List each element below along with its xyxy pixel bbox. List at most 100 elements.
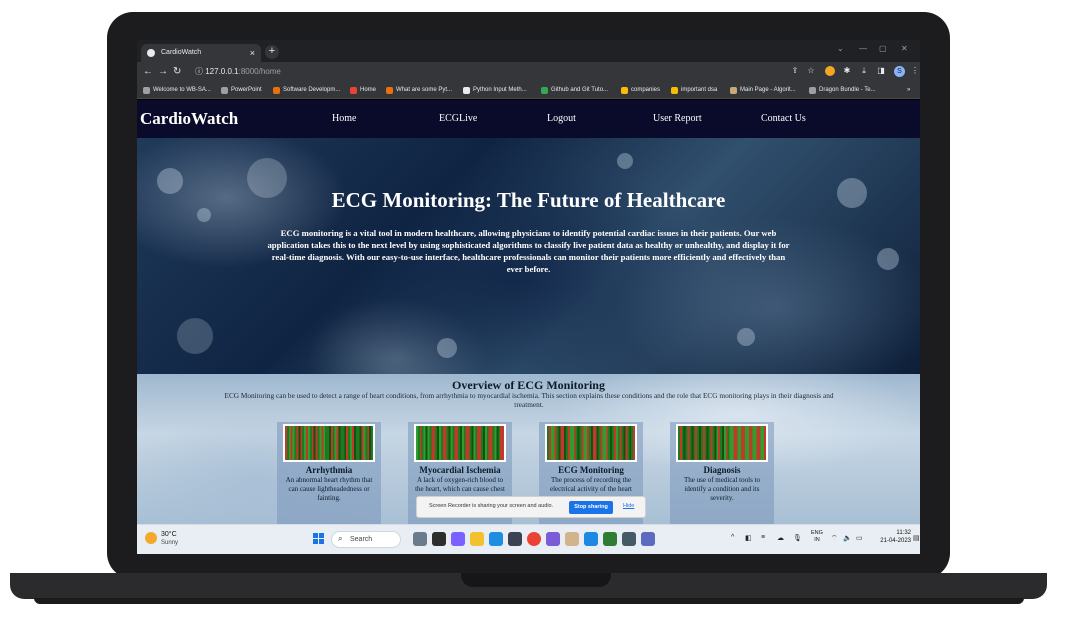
- bookmarks-bar: Welcome to WB-SA... PowerPoint Software …: [137, 82, 920, 99]
- weather-temperature[interactable]: 30°C: [161, 531, 177, 538]
- tray-chevron-icon[interactable]: ^: [731, 534, 734, 541]
- info-icon[interactable]: ⓘ: [195, 67, 205, 76]
- file-explorer-icon[interactable]: [470, 532, 484, 546]
- bookmark-item[interactable]: Github and Git Tuto...: [541, 82, 608, 99]
- tray-app-icon[interactable]: ◧: [745, 534, 752, 542]
- bookmark-item[interactable]: Software Developm...: [273, 82, 340, 99]
- bookmarks-more-icon[interactable]: »: [907, 82, 910, 99]
- profile-avatar[interactable]: S: [894, 66, 905, 77]
- card-title: Arrhythmia: [305, 465, 353, 475]
- browser-toolbar: ← → ↻ ⓘ 127.0.0.1:8000/home ⇪ ☆ ✱ ⤓ ◨ S …: [137, 62, 920, 82]
- stop-sharing-button[interactable]: Stop sharing: [569, 501, 613, 514]
- laptop-notch: [461, 573, 611, 587]
- bookmark-item[interactable]: Home: [350, 82, 376, 99]
- bookmark-item[interactable]: Python Input Meth...: [463, 82, 527, 99]
- volume-icon[interactable]: 🔈: [843, 534, 852, 542]
- webpage: CardioWatch Home ECGLive Logout User Rep…: [137, 100, 920, 524]
- notification-icon[interactable]: ▤: [913, 534, 920, 542]
- url-host: 127.0.0.1: [205, 67, 239, 76]
- card-title: ECG Monitoring: [558, 465, 624, 475]
- hero-bubble: [437, 338, 457, 358]
- overview-description: ECG Monitoring can be used to detect a r…: [224, 391, 834, 409]
- ecg-image: [283, 424, 375, 462]
- bookmark-icon: [463, 87, 470, 94]
- hero-section: ECG Monitoring: The Future of Healthcare…: [137, 138, 920, 374]
- bookmark-icon: [350, 87, 357, 94]
- extension-icon[interactable]: [825, 66, 835, 76]
- bookmark-item[interactable]: Main Page - Algorit...: [730, 82, 796, 99]
- hero-bubble: [737, 328, 755, 346]
- app-icon[interactable]: [641, 532, 655, 546]
- address-bar[interactable]: ⓘ 127.0.0.1:8000/home: [195, 65, 281, 79]
- bookmark-icon: [541, 87, 548, 94]
- card-arrhythmia[interactable]: Arrhythmia An abnormal heart rhythm that…: [277, 422, 381, 524]
- store-icon[interactable]: [508, 532, 522, 546]
- nav-logout[interactable]: Logout: [547, 113, 576, 124]
- forward-icon[interactable]: →: [158, 65, 168, 79]
- tray-app-icon[interactable]: ≡: [761, 534, 765, 541]
- bookmark-star-icon[interactable]: ☆: [806, 66, 816, 76]
- bookmark-item[interactable]: Welcome to WB-SA...: [143, 82, 211, 99]
- new-tab-button[interactable]: +: [265, 45, 279, 59]
- screen: CardioWatch × + ⌄ — ▢ ✕ ← → ↻ ⓘ 127.0.0.…: [137, 40, 920, 554]
- card-diagnosis[interactable]: Diagnosis The use of medical tools to id…: [670, 422, 774, 524]
- widgets-icon[interactable]: [413, 532, 427, 546]
- download-icon[interactable]: ⤓: [859, 66, 869, 76]
- favicon-icon: [147, 49, 155, 57]
- share-icon[interactable]: ⇪: [790, 66, 800, 76]
- tray-mic-icon[interactable]: 🎙: [793, 534, 802, 542]
- nav-ecglive[interactable]: ECGLive: [439, 113, 477, 124]
- card-title: Myocardial Ischemia: [419, 465, 501, 475]
- site-brand[interactable]: CardioWatch: [140, 109, 238, 129]
- app-icon[interactable]: [546, 532, 560, 546]
- language-indicator[interactable]: ENG IN: [811, 530, 823, 544]
- app-icon[interactable]: [622, 532, 636, 546]
- nav-user-report[interactable]: User Report: [653, 113, 702, 124]
- weather-condition[interactable]: Sunny: [161, 540, 178, 546]
- card-description: The process of recording the electrical …: [549, 476, 632, 493]
- menu-icon[interactable]: ⋮: [910, 66, 920, 76]
- hero-title: ECG Monitoring: The Future of Healthcare: [331, 188, 726, 212]
- bookmark-item[interactable]: Dragon Bundle - Te...: [809, 82, 876, 99]
- edge-icon[interactable]: [489, 532, 503, 546]
- browser-tab[interactable]: CardioWatch ×: [141, 44, 261, 62]
- bookmark-icon: [221, 87, 228, 94]
- window-close-icon[interactable]: ✕: [901, 44, 908, 53]
- taskbar-clock[interactable]: 11:32 21-04-2023: [871, 529, 911, 545]
- reload-icon[interactable]: ↻: [173, 65, 181, 79]
- chrome-icon[interactable]: [527, 532, 541, 546]
- nav-contact-us[interactable]: Contact Us: [761, 113, 806, 124]
- battery-icon[interactable]: ▭: [856, 534, 863, 542]
- wifi-icon[interactable]: ⌔: [831, 534, 838, 543]
- sidepanel-icon[interactable]: ◨: [876, 66, 886, 76]
- search-label: Search: [350, 536, 373, 543]
- bookmark-item[interactable]: What are some Pyt...: [386, 82, 452, 99]
- nav-home[interactable]: Home: [332, 113, 356, 124]
- screen-share-banner: Screen Recorder is sharing your screen a…: [416, 496, 646, 518]
- bookmark-item[interactable]: PowerPoint: [221, 82, 262, 99]
- taskbar-search[interactable]: ⌕ Search: [331, 531, 401, 548]
- bookmark-icon: [273, 87, 280, 94]
- windows-taskbar: 30°C Sunny ⌕ Search ^ ◧ ≡ ☁ 🎙 ENG IN ⌔ 🔈: [137, 524, 920, 554]
- windows-start-icon[interactable]: [313, 533, 325, 545]
- task-view-icon[interactable]: [432, 532, 446, 546]
- bookmark-icon: [730, 87, 737, 94]
- card-description: The use of medical tools to identify a c…: [683, 476, 760, 502]
- close-tab-icon[interactable]: ×: [250, 44, 255, 62]
- puzzle-icon[interactable]: ✱: [842, 66, 852, 76]
- tray-cloud-icon[interactable]: ☁: [777, 534, 784, 542]
- app-icon[interactable]: [565, 532, 579, 546]
- minimize-icon[interactable]: —: [859, 44, 867, 53]
- hide-link[interactable]: Hide: [623, 503, 634, 509]
- weather-sun-icon[interactable]: [145, 532, 157, 544]
- laptop-base-shadow: [34, 598, 1024, 604]
- chat-icon[interactable]: [451, 532, 465, 546]
- back-icon[interactable]: ←: [143, 65, 153, 79]
- card-title: Diagnosis: [703, 465, 741, 475]
- bookmark-item[interactable]: important dsa: [671, 82, 717, 99]
- bookmark-item[interactable]: companies: [621, 82, 660, 99]
- vscode-icon[interactable]: [584, 532, 598, 546]
- maximize-icon[interactable]: ▢: [879, 44, 887, 53]
- app-icon[interactable]: [603, 532, 617, 546]
- tab-search-icon[interactable]: ⌄: [837, 44, 844, 53]
